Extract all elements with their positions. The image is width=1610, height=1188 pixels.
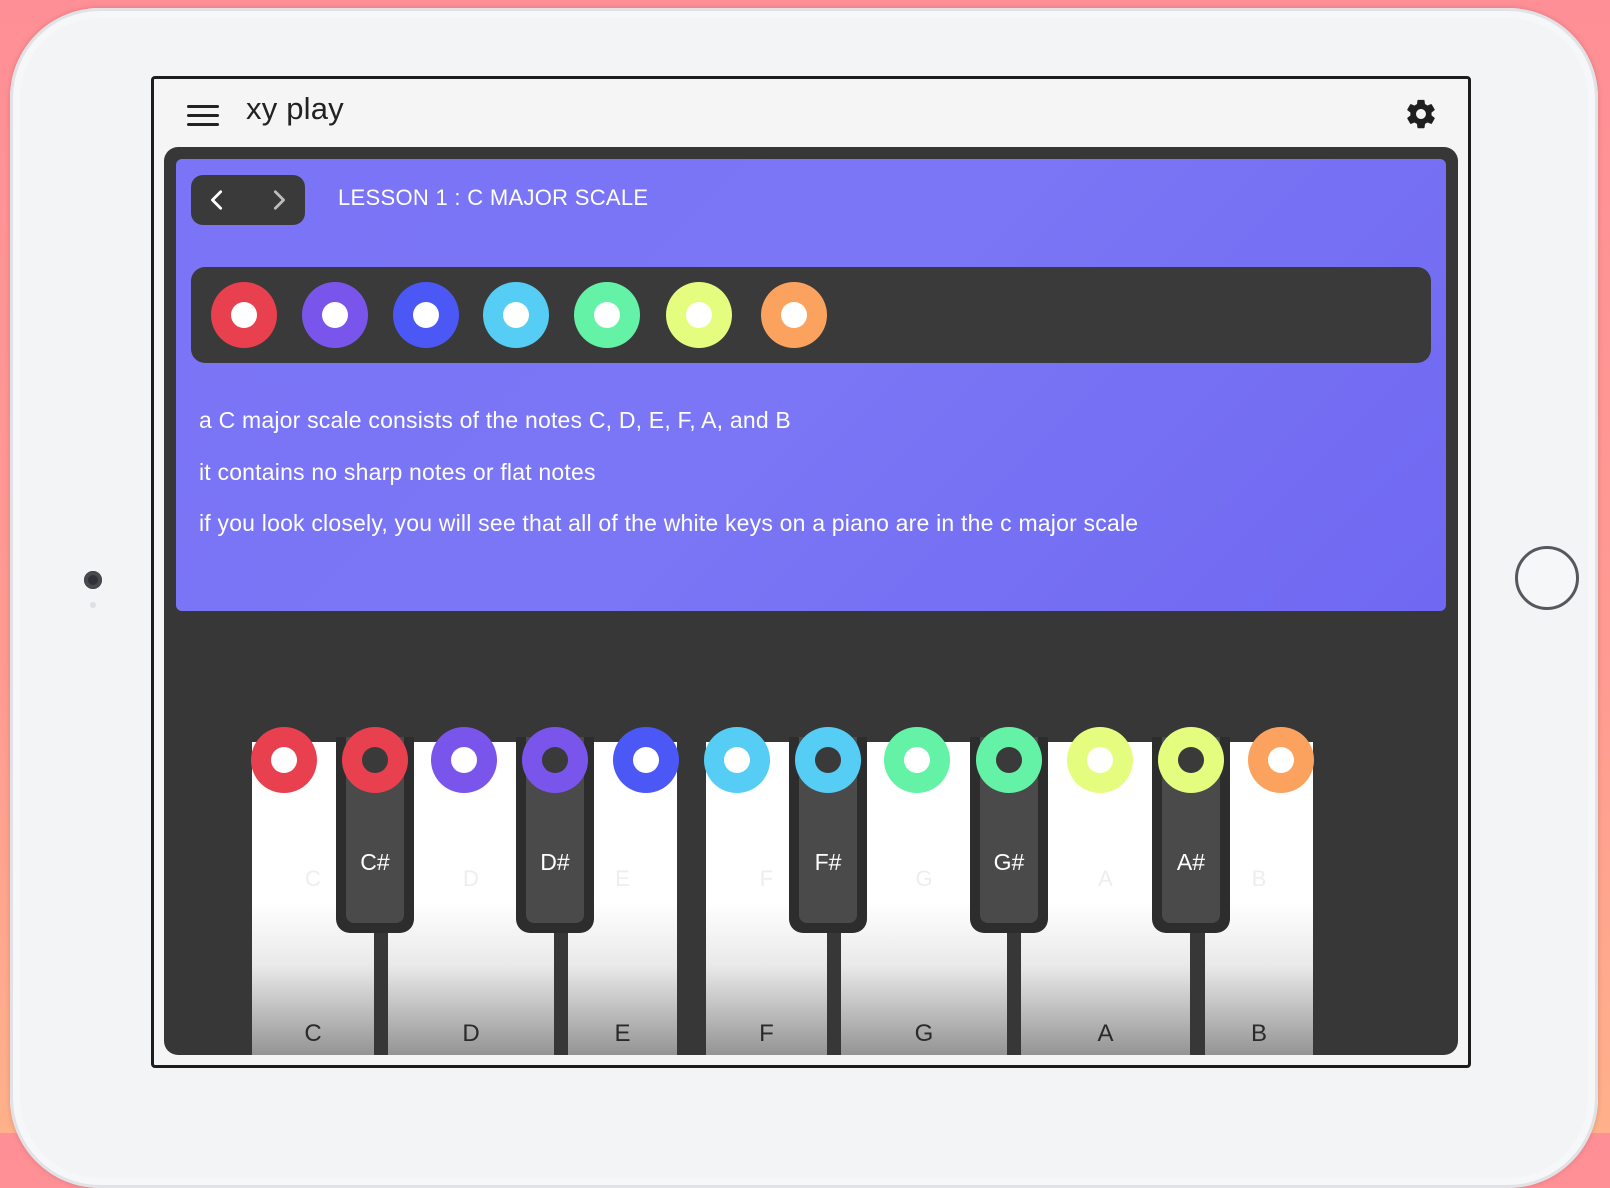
key-dot-g[interactable] [884, 727, 950, 793]
white-key-label: D [462, 1020, 480, 1047]
key-dot-center [633, 747, 659, 773]
key-dot-center [362, 747, 388, 773]
black-key-label: D# [540, 849, 570, 875]
hamburger-menu-icon[interactable] [187, 105, 219, 127]
piano-keyboard: C C D D E E F F G G A A B B C# D# F# G# A# [164, 147, 1458, 1055]
key-dot-center [1268, 747, 1294, 773]
key-dot-center [815, 747, 841, 773]
key-dot-a[interactable] [1067, 727, 1133, 793]
key-dot-c[interactable] [251, 727, 317, 793]
white-key-label: F [759, 1020, 774, 1047]
black-key-label: F# [814, 849, 842, 875]
key-dot-center [996, 747, 1022, 773]
front-camera [84, 571, 102, 589]
key-dot-center [724, 747, 750, 773]
black-key-label: C# [360, 849, 390, 875]
key-dot-center [451, 747, 477, 773]
key-dot-center [542, 747, 568, 773]
key-dot-center [904, 747, 930, 773]
white-key-label: E [614, 1020, 631, 1047]
settings-gear-icon[interactable] [1404, 97, 1438, 131]
home-button[interactable] [1515, 546, 1579, 610]
white-key-label: A [1097, 1020, 1114, 1047]
key-dot-a-sharp[interactable] [1158, 727, 1224, 793]
key-dot-e[interactable] [613, 727, 679, 793]
black-key-label: A# [1176, 849, 1206, 875]
key-dot-g-sharp[interactable] [976, 727, 1042, 793]
key-dot-b[interactable] [1248, 727, 1314, 793]
key-dot-f-sharp[interactable] [795, 727, 861, 793]
app-screen: xy play LESSON 1 : C MAJOR SCALE a C maj… [151, 76, 1471, 1068]
key-dot-d-sharp[interactable] [522, 727, 588, 793]
key-dot-center [1178, 747, 1204, 773]
light-sensor [90, 602, 96, 608]
white-key-label: G [914, 1020, 934, 1047]
key-dot-f[interactable] [704, 727, 770, 793]
black-key-label: G# [993, 849, 1025, 875]
app-bar: xy play [154, 79, 1468, 147]
key-dot-center [1087, 747, 1113, 773]
app-title: xy play [246, 91, 344, 126]
white-key-label: C [304, 1020, 322, 1047]
key-dot-center [271, 747, 297, 773]
white-key-label: B [1250, 1020, 1267, 1047]
key-dot-c-sharp[interactable] [342, 727, 408, 793]
key-dot-d[interactable] [431, 727, 497, 793]
main-stage: LESSON 1 : C MAJOR SCALE a C major scale… [164, 147, 1458, 1055]
